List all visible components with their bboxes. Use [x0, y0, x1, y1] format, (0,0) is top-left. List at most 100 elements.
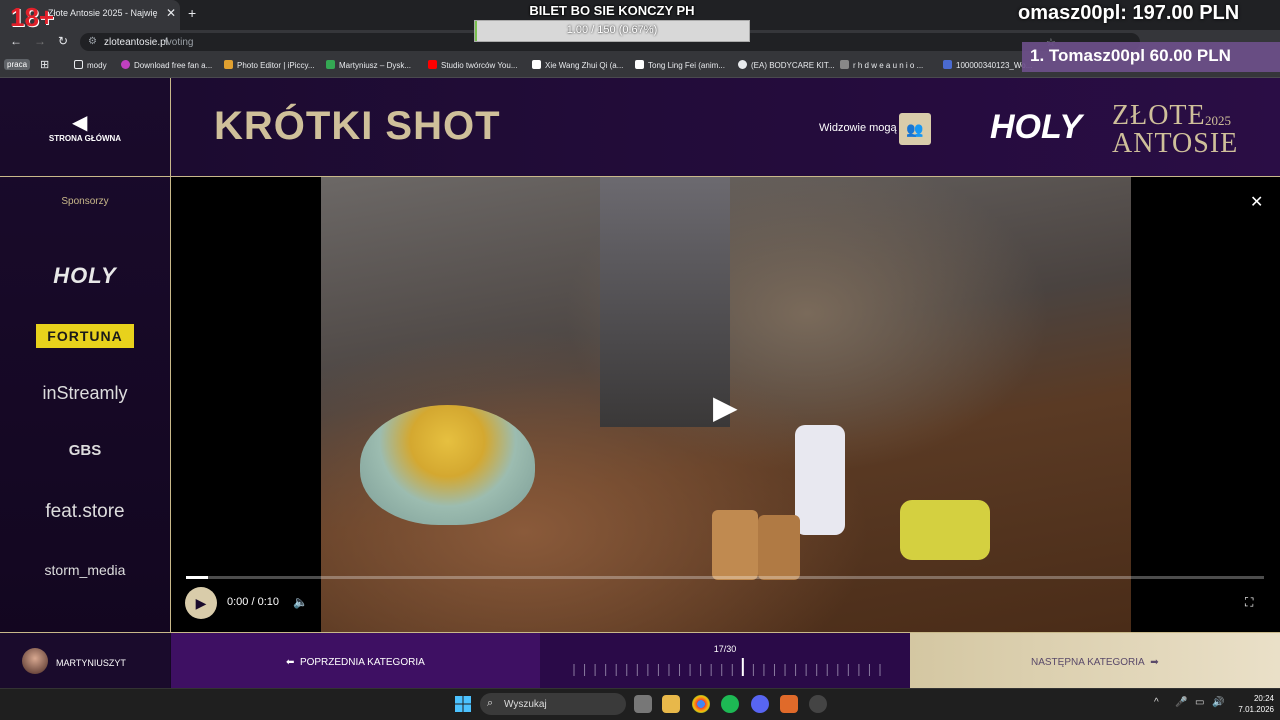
taskbar-search[interactable] [480, 693, 626, 715]
video-progress-bar[interactable] [186, 576, 1264, 579]
category-ticks [573, 658, 881, 676]
top-donor-ticker: omasz00pl: 197.00 PLN [1018, 2, 1240, 24]
arrow-left-icon: ⬅ [286, 657, 300, 668]
video-scene-bag [900, 500, 990, 560]
taskbar-clock[interactable]: 20:24 7.01.2026 [1234, 693, 1274, 715]
bookmark-label: Martyniusz – Dysk... [339, 61, 412, 70]
site-icon [943, 60, 952, 69]
site-icon [840, 60, 849, 69]
site-icon [635, 60, 644, 69]
chrome-icon[interactable] [692, 695, 710, 713]
sponsor-fortuna-logo[interactable]: FORTUNA [36, 324, 134, 348]
goal-text: 1.00 / 150 (0.67%) [566, 24, 658, 36]
divider [170, 78, 171, 633]
task-view-icon[interactable] [634, 695, 652, 713]
next-label-text: NASTĘPNA KATEGORIA [1031, 657, 1145, 668]
clock-date: 7.01.2026 [1238, 705, 1274, 714]
bookmark-item[interactable]: r h d w e a u n i o ... [840, 60, 923, 70]
logo-title-line2: ANTOSIE [1112, 128, 1239, 159]
folder-icon [74, 60, 83, 69]
bookmark-label: (EA) BODYCARE KIT... [751, 61, 835, 70]
home-arrow-icon[interactable]: ◀ [72, 110, 87, 135]
bookmark-label: Xie Wang Zhui Qi (a... [545, 61, 624, 70]
category-count: 17/30 [713, 644, 737, 654]
site-info-icon[interactable]: ⚙ [88, 36, 97, 47]
tab-close-icon[interactable]: ✕ [166, 6, 176, 20]
bookmark-label: Tong Ling Fei (anim... [648, 61, 725, 70]
logo-year: 2025 [1205, 113, 1231, 128]
video-time: 0:00 / 0:10 [227, 596, 279, 608]
page-title: KRÓTKI SHOT [214, 104, 501, 148]
back-icon[interactable]: ← [10, 34, 22, 48]
bookmark-item[interactable]: (EA) BODYCARE KIT... [738, 60, 835, 70]
sponsor-stormmedia-logo[interactable]: storm_media [20, 562, 150, 578]
bookmark-label: Download free fan a... [134, 61, 213, 70]
bookmark-item[interactable]: Xie Wang Zhui Qi (a... [532, 60, 623, 70]
donor-rank-entry: 1. Tomasz00pl 60.00 PLN [1030, 46, 1231, 65]
prev-label-text: POPRZEDNIA KATEGORIA [299, 657, 425, 668]
taskbar-search-label: Wyszukaj [504, 699, 547, 710]
sponsor-gbs-logo[interactable]: GBS [20, 442, 150, 459]
fullscreen-icon[interactable]: ⛶ [1245, 595, 1253, 610]
bookmark-praca[interactable]: praca [4, 59, 31, 70]
sponsors-heading: Sponsorzy [61, 196, 109, 207]
bookmark-label: 100000340123_Wo... [956, 61, 1033, 70]
site-icon [121, 60, 130, 69]
reload-icon[interactable]: ↻ [58, 34, 68, 48]
url-path: /voting [164, 37, 194, 48]
bookmark-label: Studio twórców You... [441, 61, 518, 70]
bookmark-item[interactable]: Download free fan a... [121, 60, 212, 70]
bookmark-label: r h d w e a u n i o ... [853, 61, 924, 70]
search-icon: ⌕ [487, 697, 494, 709]
video-scene-jar [758, 515, 800, 580]
sponsor-featstore-logo[interactable]: feat.store [20, 501, 150, 523]
display-icon[interactable]: ▭ [1195, 697, 1204, 708]
windows-start-icon[interactable] [455, 696, 471, 712]
speaker-icon[interactable]: 🔊 [1212, 697, 1224, 708]
category-progress [540, 633, 910, 688]
arrow-right-icon: ➡ [1144, 657, 1159, 668]
bookmark-item[interactable]: Martyniusz – Dysk... [326, 60, 411, 70]
viewers-group-icon[interactable]: 👥 [899, 113, 931, 145]
volume-icon[interactable]: 🔈 [293, 595, 308, 609]
play-button[interactable]: ▶ [185, 587, 217, 619]
clock-time: 20:24 [1253, 694, 1274, 703]
new-tab-icon[interactable]: + [188, 5, 196, 21]
close-icon[interactable]: ✕ [1250, 192, 1263, 212]
tab-title: Złote Antosie 2025 - Największ... [48, 8, 158, 18]
home-link[interactable]: STRONA GŁÓWNA [20, 134, 150, 143]
avatar[interactable] [22, 648, 48, 674]
bookmark-item[interactable]: Studio twórców You... [428, 60, 518, 70]
bookmark-item[interactable]: Photo Editor | iPiccy... [224, 60, 315, 70]
discord-icon[interactable] [751, 695, 769, 713]
app-icon[interactable] [809, 695, 827, 713]
goal-title: BILET BO SIE KONCZY PH [529, 3, 695, 18]
youtube-icon [428, 60, 437, 69]
logo-holy: HOLY [990, 108, 1082, 146]
age-badge: 18+ [10, 2, 55, 32]
app-icon[interactable] [780, 695, 798, 713]
apps-grid-icon[interactable]: ⊞ [40, 58, 49, 71]
sponsor-instreamly-logo[interactable]: inStreamly [20, 383, 150, 404]
bookmark-item[interactable]: 100000340123_Wo... [943, 60, 1032, 70]
drive-icon [326, 60, 335, 69]
play-overlay-icon[interactable]: ▶ [713, 388, 738, 426]
sponsor-holy-logo[interactable]: HOLY [20, 263, 150, 289]
bookmark-item[interactable]: mody [74, 60, 107, 70]
next-category-label[interactable]: NASTĘPNA KATEGORIA ➡ [1031, 657, 1159, 668]
video-scene-bowl [360, 405, 535, 525]
video-scene-person [600, 177, 730, 427]
previous-category-label[interactable]: ⬅ POPRZEDNIA KATEGORIA [286, 657, 425, 668]
bookmark-item[interactable]: Tong Ling Fei (anim... [635, 60, 725, 70]
url-host: zloteantosie.pl [104, 37, 168, 48]
divider [0, 176, 1280, 177]
file-explorer-icon[interactable] [662, 695, 680, 713]
tray-chevron-icon[interactable]: ^ [1154, 697, 1159, 708]
spotify-icon[interactable] [721, 695, 739, 713]
microphone-icon[interactable]: 🎤 [1175, 697, 1187, 708]
forward-icon[interactable]: → [34, 34, 46, 48]
site-icon [532, 60, 541, 69]
video-progress-fill [186, 576, 208, 579]
bookmark-label: mody [87, 61, 107, 70]
username: MARTYNIUSZYT [56, 658, 126, 668]
